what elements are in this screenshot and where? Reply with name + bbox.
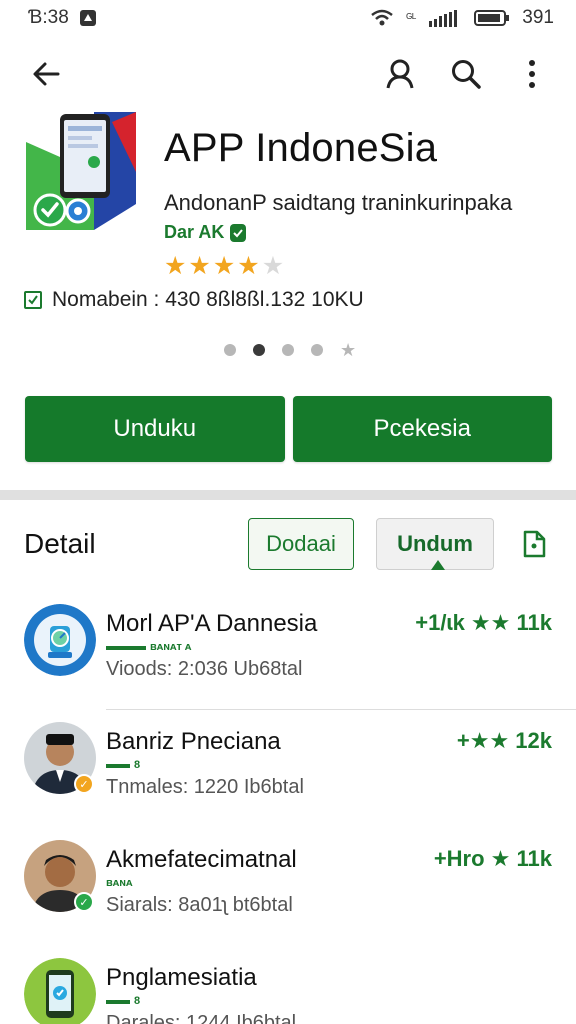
carousel-dot[interactable]: [253, 344, 265, 356]
section-divider: [0, 490, 576, 500]
list-item-meta: Siarals: 8a01ʅ bt6btal: [106, 894, 293, 916]
document-icon[interactable]: [514, 524, 554, 564]
list-item-tag-text: ʙᴀɴᴀ: [106, 877, 133, 889]
notification-icon: [79, 9, 97, 27]
list-item-tag: ʙᴀɴᴀᴛ ᴀ: [106, 642, 191, 653]
wifi-icon: [370, 8, 394, 28]
star-icon: ★: [261, 252, 285, 280]
list-item-rating: +1/ɩk ★★ 11k: [415, 610, 552, 635]
developer-list: Morl AP'A Dannesia ʙᴀɴᴀᴛ ᴀ Vioods: 2:036…: [0, 596, 576, 1024]
list-item-name: Banriz Pneciana: [106, 728, 281, 755]
list-item-tag: 8: [106, 760, 140, 771]
avatar-badge-icon: ✓: [74, 892, 94, 912]
list-item-tag: 8: [106, 996, 140, 1007]
battery-icon: [474, 9, 510, 27]
carousel-indicator[interactable]: ★: [224, 341, 356, 359]
app-title: APP IndoneSia: [164, 126, 438, 170]
status-bar: Ɓ:38 ᴳᴸ 391: [0, 0, 576, 36]
list-item-name: Akmefatecimatnal: [106, 846, 297, 873]
star-icon: ★: [212, 252, 236, 280]
list-item-rating: +Hro ★ 11k: [433, 846, 552, 871]
status-time: Ɓ:38: [28, 7, 69, 28]
network-type: ᴳᴸ: [406, 11, 417, 25]
developer-row[interactable]: Dar AK: [164, 222, 247, 243]
downloads-text: Nomabein : 430 8ßl8ßl.132 10KU: [52, 288, 364, 311]
carousel-dot[interactable]: [224, 344, 236, 356]
carousel-dot[interactable]: [282, 344, 294, 356]
list-item-rating: +★★ 12k: [456, 728, 552, 753]
top-app-bar: [0, 44, 576, 104]
star-icon: ★: [188, 252, 211, 280]
list-item-tag-text: 8: [134, 759, 141, 771]
list-item[interactable]: ✓ Akmefatecimatnal ʙᴀɴᴀ Siarals: 8a01ʅ b…: [0, 832, 576, 950]
carousel-star-icon[interactable]: ★: [340, 341, 356, 359]
app-subtitle: AndonanP saidtang tranink­urinpaka: [164, 190, 513, 215]
avatar: [24, 958, 96, 1024]
downloads-row: Nomabein : 430 8ßl8ßl.132 10KU: [24, 288, 364, 312]
list-item-name: Pnglamesiatia: [106, 964, 257, 991]
signal-icon: [428, 9, 462, 27]
preview-button[interactable]: Pcekesia: [292, 396, 552, 462]
list-item-tag-text: ʙᴀɴᴀᴛ ᴀ: [150, 641, 192, 653]
detail-header: Detail Dodaai Undum: [24, 518, 554, 570]
filter-chip-undum[interactable]: Undum: [376, 518, 494, 570]
developer-name: Dar AK: [164, 222, 225, 242]
download-button[interactable]: Unduku: [25, 396, 285, 462]
rating-stars: ★ ★ ★ ★ ★: [164, 254, 284, 279]
list-item-tag: ʙᴀɴᴀ: [106, 878, 132, 889]
list-item-name: Morl AP'A Dannesia: [106, 610, 318, 637]
list-item[interactable]: Pnglamesiatia 8 Darales: 1244 Ib6btal: [0, 950, 576, 1024]
filter-chip-dodaai[interactable]: Dodaai: [248, 518, 354, 570]
more-vert-icon[interactable]: [510, 52, 554, 96]
verified-icon: [230, 223, 247, 242]
list-item-meta: Vioods: 2:036 Ub68tal: [106, 658, 303, 680]
battery-text: 391: [522, 7, 554, 28]
back-arrow-icon[interactable]: [24, 52, 68, 96]
star-icon: ★: [164, 252, 187, 280]
list-item-meta: Tnmales: 1220 Ib6btal: [106, 776, 304, 798]
search-icon[interactable]: [444, 52, 488, 96]
detail-title: Detail: [24, 528, 96, 559]
list-item[interactable]: ✓ Banriz Pneciana 8 Tnmales: 1220 Ib6bta…: [0, 714, 576, 832]
app-logo-icon: [24, 112, 144, 232]
avatar-badge-icon: ✓: [74, 774, 94, 794]
star-icon: ★: [237, 252, 260, 280]
action-buttons: Unduku Pcekesia: [25, 396, 552, 462]
carousel-dot[interactable]: [311, 344, 323, 356]
list-item-meta: Darales: 1244 Ib6btal: [106, 1012, 297, 1024]
app-header: APP IndoneSia AndonanP saidtang tranink­…: [24, 112, 554, 242]
list-item[interactable]: Morl AP'A Dannesia ʙᴀɴᴀᴛ ᴀ Vioods: 2:036…: [0, 596, 576, 714]
profile-icon[interactable]: [378, 52, 422, 96]
avatar: [24, 604, 96, 676]
download-icon: [24, 291, 42, 309]
list-item-tag-text: 8: [134, 995, 141, 1007]
